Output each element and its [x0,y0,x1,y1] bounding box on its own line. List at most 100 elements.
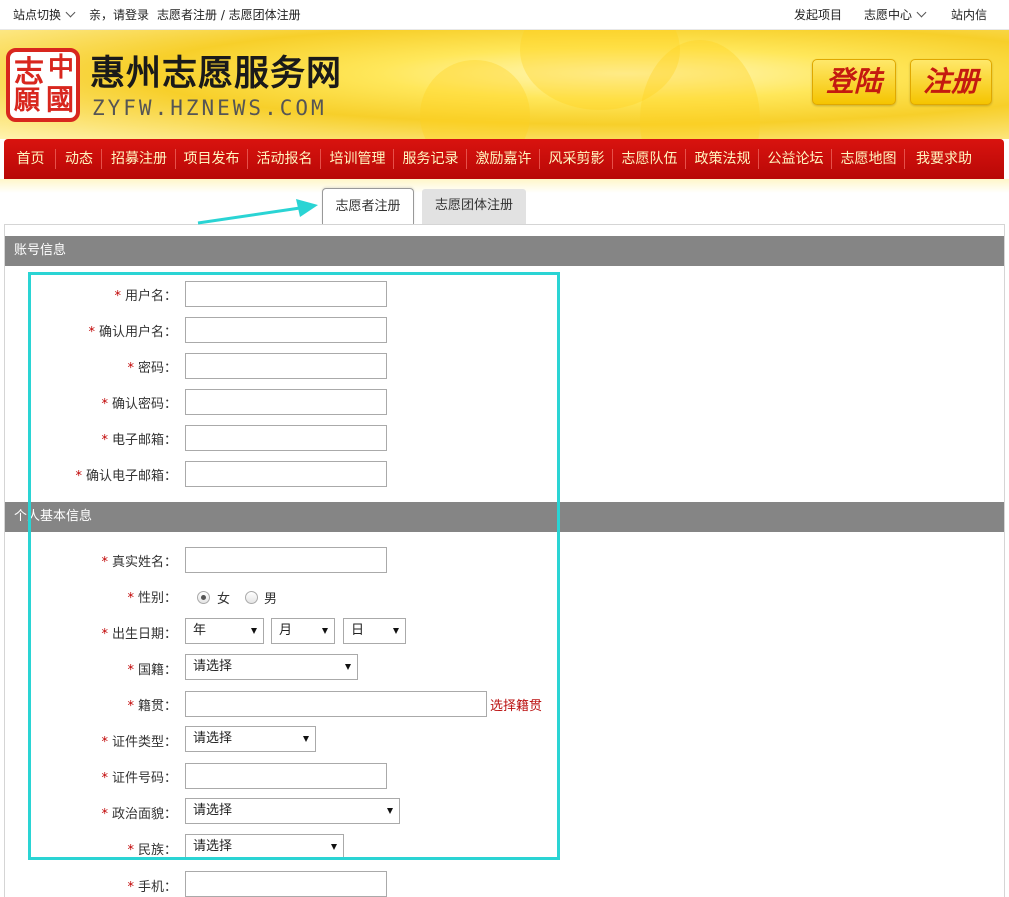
required-mark: * [88,325,95,340]
password-label-text: 密码： [137,361,177,376]
nav-item[interactable]: 激励嘉许 [470,139,537,179]
chevron-down-icon [916,7,927,18]
real-name-input[interactable] [185,547,387,573]
seal-char: 國 [46,83,75,116]
id-type-label: * 证件类型： [0,731,177,750]
caret-down-icon [251,628,257,634]
id-number-input[interactable] [185,763,387,789]
native-place-input[interactable] [185,691,487,717]
nav-separator [247,149,248,169]
password-input[interactable] [185,353,387,379]
confirm-email-label: * 确认电子邮箱： [0,465,177,484]
ethnicity-value: 请选择 [193,839,233,854]
nav-item[interactable]: 服务记录 [397,139,464,179]
required-mark: * [127,591,134,606]
nav-separator [685,149,686,169]
nav-item[interactable]: 志愿队伍 [616,139,683,179]
volunteer-center-label: 志愿中心 [864,8,913,22]
required-mark: * [127,361,134,376]
nav-separator [539,149,540,169]
annotation-arrow-icon [197,199,318,225]
required-mark: * [101,735,108,750]
nav-item[interactable]: 活动报名 [251,139,318,179]
nationality-select[interactable]: 请选择 [185,654,358,680]
nationality-label-text: 国籍： [137,663,177,678]
email-label: * 电子邮箱： [0,429,177,448]
political-status-value: 请选择 [193,803,233,818]
login-button[interactable]: 登陆 [812,59,896,105]
nav-item[interactable]: 项目发布 [178,139,245,179]
login-link[interactable]: 亲，请登录 [89,8,149,22]
gender-male-radio[interactable] [245,591,258,604]
nationality-value: 请选择 [193,659,233,674]
tab-volunteer-register[interactable]: 志愿者注册 [322,188,414,224]
confirm-password-input[interactable] [185,389,387,415]
email-label-text: 电子邮箱： [111,433,177,448]
phone-input[interactable] [185,871,387,897]
nav-separator [175,149,176,169]
id-type-select[interactable]: 请选择 [185,726,316,752]
nav-item[interactable]: 首页 [8,139,53,179]
nav-separator [466,149,467,169]
seal-char: 中 [48,53,75,83]
id-number-label-text: 证件号码： [111,771,177,786]
gender-female-label: 女 [217,592,231,607]
nationality-label: * 国籍： [0,659,177,678]
gender-label: * 性别： [0,587,177,606]
caret-down-icon [322,628,328,634]
real-name-label-text: 真实姓名： [111,555,177,570]
nav-item[interactable]: 政策法规 [689,139,756,179]
gender-male-label: 男 [264,592,278,607]
top-bar: 站点切换 亲，请登录 志愿者注册 / 志愿团体注册 发起项目 志愿中心 站内信 [0,0,1009,30]
required-mark: * [127,843,134,858]
nav-separator [831,149,832,169]
birth-day-select[interactable]: 日 [343,618,406,644]
ethnicity-select[interactable]: 请选择 [185,834,344,860]
phone-label: * 手机： [0,876,177,895]
native-place-label: * 籍贯： [0,695,177,714]
required-mark: * [101,555,108,570]
site-logo-seal[interactable]: 志 中 願 國 [6,48,80,122]
gender-female-radio[interactable] [197,591,210,604]
nav-item[interactable]: 招募注册 [105,139,173,179]
nav-item[interactable]: 动态 [59,139,99,179]
site-switch-menu[interactable]: 站点切换 [13,7,76,22]
site-header: 志 中 願 國 惠州志愿服务网 ZYFW.HZNEWS.COM 登陆 注册 [0,30,1009,139]
volunteer-center-menu[interactable]: 志愿中心 [864,7,927,22]
confirm-email-input[interactable] [185,461,387,487]
caret-down-icon [303,736,309,742]
required-mark: * [127,880,134,895]
nav-item[interactable]: 风采剪影 [543,139,610,179]
username-input[interactable] [185,281,387,307]
messages-link[interactable]: 站内信 [951,8,987,22]
register-button[interactable]: 注册 [910,59,992,105]
choose-native-place-link[interactable]: 选择籍贯 [490,695,542,714]
confirm-password-label: * 确认密码： [0,393,177,412]
email-input[interactable] [185,425,387,451]
tab-group-register[interactable]: 志愿团体注册 [422,189,526,224]
confirm-email-label-text: 确认电子邮箱： [85,469,177,484]
seal-char: 志 [14,55,44,90]
nav-item[interactable]: 志愿地图 [835,139,902,179]
birth-year-select[interactable]: 年 [185,618,264,644]
nav-item[interactable]: 培训管理 [324,139,391,179]
site-url: ZYFW.HZNEWS.COM [92,96,327,120]
confirm-username-input[interactable] [185,317,387,343]
birth-day-value: 日 [351,623,365,638]
nav-item[interactable]: 我要求助 [908,139,980,179]
nav-item[interactable]: 公益论坛 [762,139,829,179]
required-mark: * [127,699,134,714]
nav-separator [904,149,905,169]
political-status-select[interactable]: 请选择 [185,798,400,824]
section-account-info: 账号信息 [5,236,1004,266]
required-mark: * [114,289,121,304]
nav-separator [758,149,759,169]
ethnicity-label: * 民族： [0,839,177,858]
launch-project-link[interactable]: 发起项目 [794,8,842,22]
nav-separator [612,149,613,169]
site-title: 惠州志愿服务网 [90,54,343,94]
password-label: * 密码： [0,357,177,376]
caret-down-icon [393,628,399,634]
ethnicity-label-text: 民族： [137,843,177,858]
birth-month-select[interactable]: 月 [271,618,335,644]
